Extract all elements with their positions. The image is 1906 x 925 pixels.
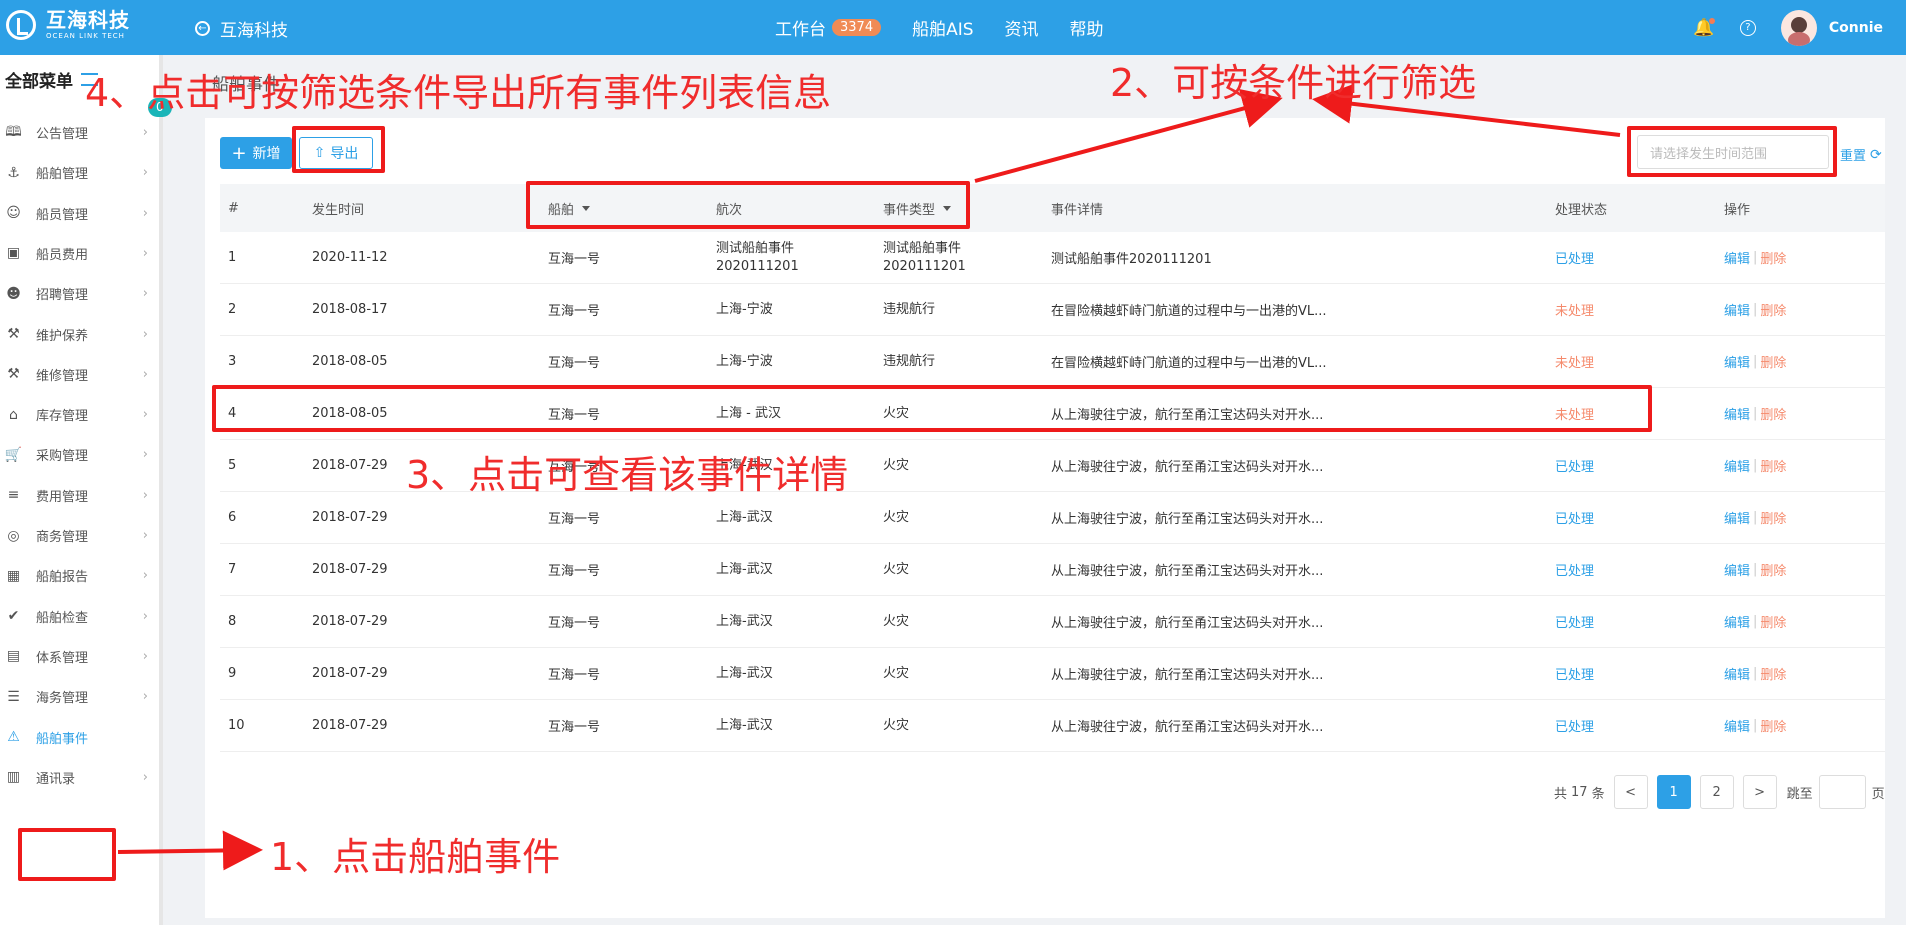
annotation-step2: 2、可按条件进行筛选 bbox=[1110, 61, 1477, 105]
annotation-step3: 3、点击可查看该事件详情 bbox=[406, 453, 849, 497]
arrow-filter-columns bbox=[974, 89, 1283, 183]
arrow-to-step1 bbox=[117, 830, 263, 871]
annotation-arrows bbox=[117, 83, 1621, 871]
annotation-step1: 1、点击船舶事件 bbox=[270, 835, 561, 879]
annotation-step4: 4、点击可按筛选条件导出所有事件列表信息 bbox=[85, 71, 832, 115]
